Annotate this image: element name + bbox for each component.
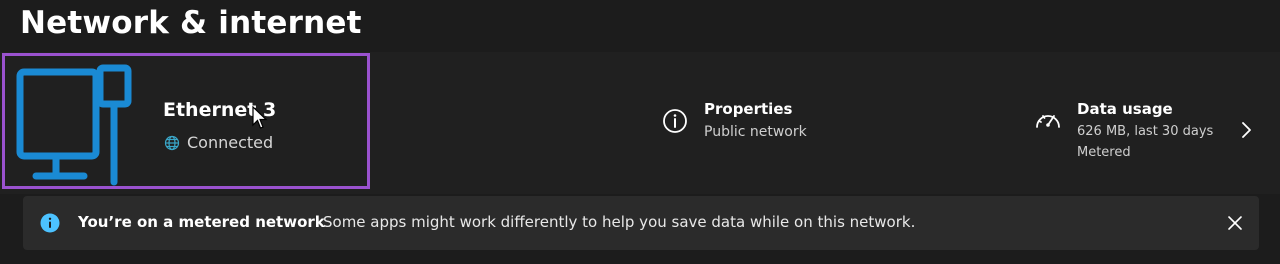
properties-title: Properties [704, 100, 793, 118]
globe-icon [164, 135, 180, 150]
data-usage-metered: Metered [1077, 145, 1131, 160]
connection-status-label: Connected [187, 133, 274, 152]
metered-network-banner: You’re on a metered network Some apps mi… [23, 196, 1259, 250]
banner-message: Some apps might work differently to help… [323, 213, 916, 231]
info-circle-icon [663, 109, 687, 133]
close-icon[interactable] [1226, 214, 1244, 232]
data-usage-title: Data usage [1077, 100, 1173, 118]
properties-text: Properties Public network [704, 97, 807, 143]
properties-link[interactable]: Properties Public network [662, 97, 807, 143]
data-usage-text: Data usage 626 MB, last 30 days Metered [1077, 97, 1213, 163]
settings-page: Network & internet Ethernet 3 Connected … [0, 0, 1280, 264]
data-usage-amount: 626 MB, last 30 days [1077, 124, 1214, 139]
properties-subtitle: Public network [704, 124, 807, 140]
banner-title: You’re on a metered network [78, 213, 325, 231]
page-title: Network & internet [20, 5, 362, 41]
chevron-right-icon[interactable] [1239, 120, 1253, 140]
connection-status: Connected [164, 133, 273, 152]
gauge-icon [1036, 115, 1060, 128]
ethernet-computer-icon [16, 64, 132, 186]
data-usage-link[interactable]: Data usage 626 MB, last 30 days Metered [1034, 97, 1264, 163]
mouse-cursor-icon [252, 106, 268, 129]
info-icon [40, 213, 60, 233]
